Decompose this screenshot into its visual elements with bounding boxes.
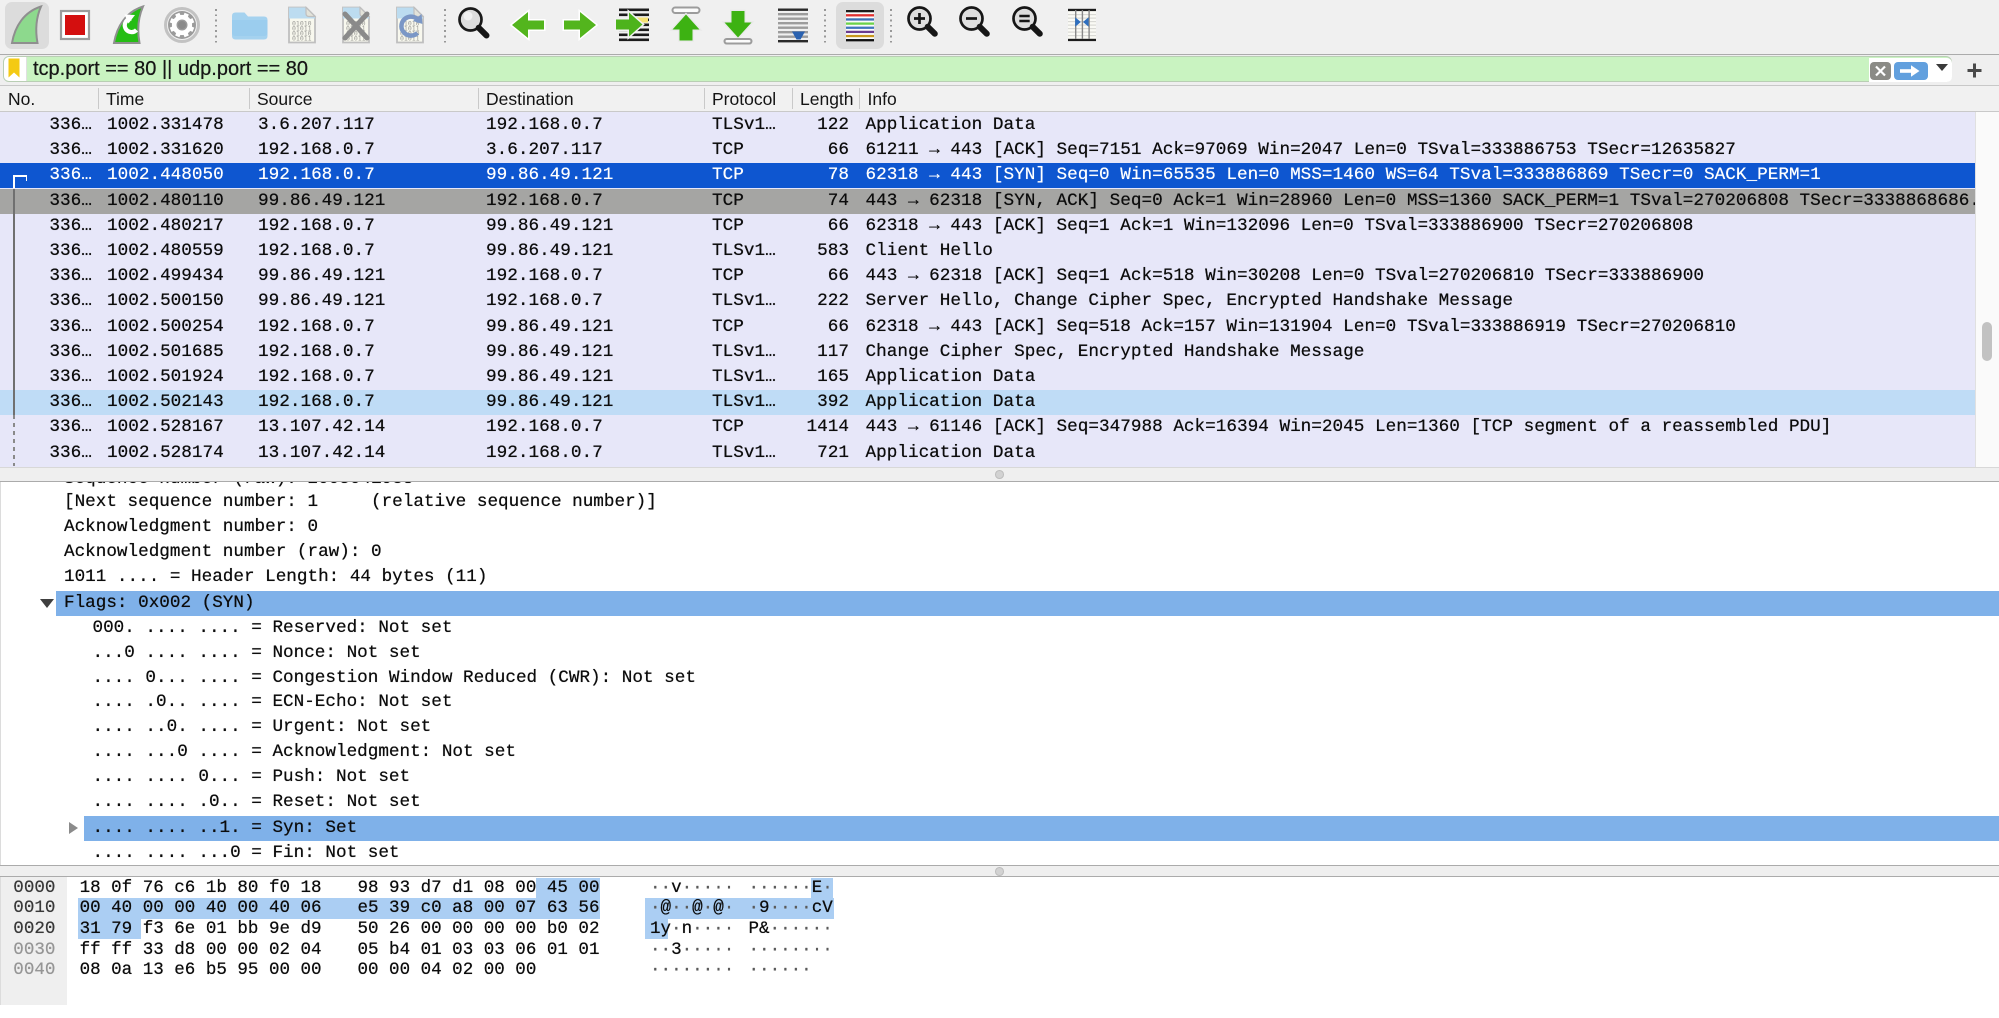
svg-text:01011: 01011	[292, 35, 312, 43]
